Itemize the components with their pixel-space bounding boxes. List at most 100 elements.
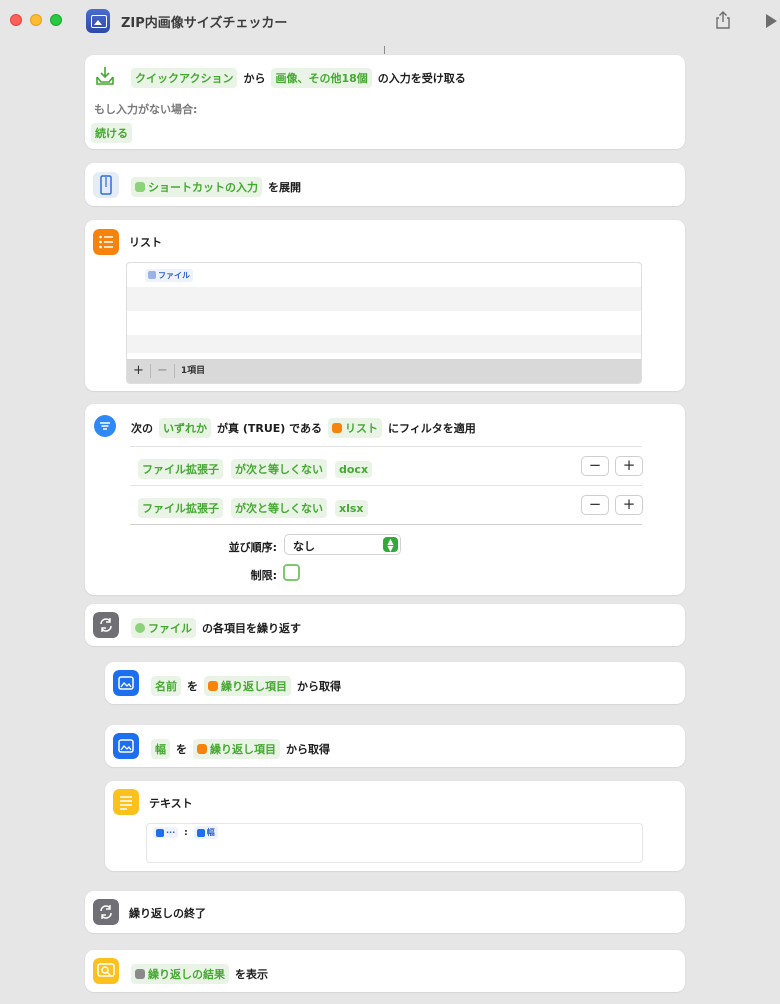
filter-word-apply: にフィルタを適用 bbox=[388, 422, 476, 435]
list-empty-row[interactable] bbox=[127, 311, 641, 335]
filter-word-next: 次の bbox=[131, 422, 153, 435]
repeat-word: の各項目を繰り返す bbox=[202, 622, 301, 635]
layers-icon bbox=[135, 182, 145, 192]
get-width-word-from: から取得 bbox=[286, 743, 330, 756]
sort-order-value: なし bbox=[293, 540, 315, 553]
filter-icon bbox=[94, 415, 116, 437]
add-condition-button[interactable]: + bbox=[615, 456, 643, 476]
action-list[interactable]: リスト ファイル + − 1項目 bbox=[85, 220, 685, 391]
get-width-word-wo: を bbox=[176, 743, 187, 756]
minimize-window-button[interactable] bbox=[30, 14, 42, 26]
repeat-icon bbox=[93, 612, 119, 638]
zip-archive-icon bbox=[93, 172, 119, 198]
action-receive-input[interactable]: クイックアクション から 画像、その他18個 の入力を受け取る もし入力がない場… bbox=[85, 55, 685, 149]
fallback-label: もし入力がない場合: bbox=[94, 103, 198, 116]
action-get-width[interactable]: 幅 を 繰り返し項目 から取得 bbox=[105, 725, 685, 767]
filter-condition-row: ファイル拡張子 が次と等しくない xlsx − + bbox=[130, 485, 643, 525]
close-window-button[interactable] bbox=[10, 14, 22, 26]
list-empty-row[interactable] bbox=[127, 287, 641, 311]
repeat-source-token[interactable]: ファイル bbox=[131, 618, 196, 638]
action-end-repeat[interactable]: 繰り返しの終了 bbox=[85, 891, 685, 933]
file-token-label: ファイル bbox=[158, 270, 190, 280]
filter-mode-token[interactable]: いずれか bbox=[159, 418, 211, 438]
image-details-icon bbox=[156, 828, 164, 837]
get-name-word-wo: を bbox=[187, 680, 198, 693]
add-condition-button[interactable]: + bbox=[615, 495, 643, 515]
receive-word-accept: の入力を受け取る bbox=[377, 72, 466, 85]
show-result-icon bbox=[93, 958, 119, 984]
limit-label: 制限: bbox=[250, 569, 277, 582]
show-word: を表示 bbox=[235, 968, 268, 981]
condition-value-token[interactable]: docx bbox=[335, 460, 373, 478]
add-item-button[interactable]: + bbox=[127, 364, 151, 378]
repeat-icon bbox=[135, 969, 145, 979]
width-variable-label: 幅 bbox=[206, 828, 215, 837]
action-expand[interactable]: ショートカットの入力 を展開 bbox=[85, 163, 685, 206]
fallback-value-token[interactable]: 続ける bbox=[91, 123, 132, 143]
filter-list-token-label: リスト bbox=[345, 422, 379, 435]
gear-icon bbox=[135, 623, 145, 633]
action-text[interactable]: テキスト ··· : 幅 bbox=[105, 781, 685, 871]
text-icon bbox=[113, 789, 139, 815]
repeat-icon bbox=[93, 899, 119, 925]
repeat-item-icon bbox=[208, 681, 218, 691]
list-items-table[interactable]: ファイル + − 1項目 bbox=[126, 262, 642, 384]
connector-line bbox=[384, 46, 385, 54]
run-play-icon[interactable] bbox=[766, 14, 777, 28]
filter-condition-row: ファイル拡張子 が次と等しくない docx − + bbox=[130, 446, 643, 485]
repeat-results-token-label: 繰り返しの結果 bbox=[148, 968, 225, 981]
list-footer: + − 1項目 bbox=[127, 359, 641, 383]
condition-value-token[interactable]: xlsx bbox=[335, 499, 368, 517]
file-icon bbox=[148, 271, 156, 279]
property-name-token[interactable]: 名前 bbox=[151, 676, 181, 696]
sort-order-select[interactable]: なし ▲ ▼ bbox=[284, 534, 401, 555]
remove-item-button[interactable]: − bbox=[151, 364, 175, 378]
action-get-name[interactable]: 名前 を 繰り返し項目 から取得 bbox=[105, 662, 685, 704]
action-filter[interactable]: 次の いずれか が真 (TRUE) である リスト にフィルタを適用 ファイル拡… bbox=[85, 404, 685, 595]
repeat-item-token-label: 繰り返し項目 bbox=[221, 680, 287, 693]
sort-order-label: 並び順序: bbox=[228, 541, 277, 554]
receive-word-from: から bbox=[243, 72, 266, 85]
text-title: テキスト bbox=[149, 797, 193, 810]
file-token[interactable]: ファイル bbox=[145, 268, 193, 282]
condition-operator-token[interactable]: が次と等しくない bbox=[231, 498, 327, 518]
repeat-results-token[interactable]: 繰り返しの結果 bbox=[131, 964, 229, 984]
text-content-field[interactable]: ··· : 幅 bbox=[146, 823, 643, 863]
image-details-icon bbox=[113, 670, 139, 696]
name-variable-token[interactable]: ··· bbox=[153, 827, 179, 838]
condition-field-token[interactable]: ファイル拡張子 bbox=[138, 459, 223, 479]
remove-condition-button[interactable]: − bbox=[581, 495, 609, 515]
list-item[interactable]: ファイル bbox=[127, 263, 641, 287]
list-empty-row[interactable] bbox=[127, 335, 641, 353]
list-icon bbox=[332, 423, 343, 433]
zoom-window-button[interactable] bbox=[50, 14, 62, 26]
expand-word: を展開 bbox=[268, 181, 301, 194]
action-repeat-each[interactable]: ファイル の各項目を繰り返す bbox=[85, 604, 685, 646]
window-title[interactable]: ZIP内画像サイズチェッカー bbox=[121, 12, 287, 31]
shortcut-input-token[interactable]: ショートカットの入力 bbox=[131, 177, 262, 197]
input-source-token[interactable]: クイックアクション bbox=[131, 68, 238, 88]
repeat-item-token[interactable]: 繰り返し項目 bbox=[193, 739, 280, 759]
title-bar: ZIP内画像サイズチェッカー bbox=[0, 0, 780, 42]
repeat-item-icon bbox=[197, 744, 207, 754]
condition-operator-token[interactable]: が次と等しくない bbox=[231, 459, 327, 479]
get-name-word-from: から取得 bbox=[297, 680, 341, 693]
receive-tray-icon bbox=[96, 67, 114, 85]
image-details-icon bbox=[113, 733, 139, 759]
repeat-item-token[interactable]: 繰り返し項目 bbox=[204, 676, 291, 696]
shortcut-input-token-label: ショートカットの入力 bbox=[148, 181, 258, 194]
limit-checkbox[interactable] bbox=[283, 564, 300, 581]
share-icon[interactable] bbox=[714, 10, 732, 30]
list-icon bbox=[93, 229, 119, 255]
filter-list-token[interactable]: リスト bbox=[328, 418, 383, 438]
name-variable-label: ··· bbox=[166, 828, 176, 837]
filter-word-true: が真 (TRUE) である bbox=[217, 422, 323, 435]
condition-field-token[interactable]: ファイル拡張子 bbox=[138, 498, 223, 518]
shortcut-image-icon bbox=[86, 9, 110, 33]
repeat-item-token-label: 繰り返し項目 bbox=[210, 743, 276, 756]
remove-condition-button[interactable]: − bbox=[581, 456, 609, 476]
width-variable-token[interactable]: 幅 bbox=[193, 826, 218, 839]
action-show-result[interactable]: 繰り返しの結果 を表示 bbox=[85, 950, 685, 992]
input-types-token[interactable]: 画像、その他18個 bbox=[271, 68, 372, 88]
property-width-token[interactable]: 幅 bbox=[151, 739, 170, 759]
